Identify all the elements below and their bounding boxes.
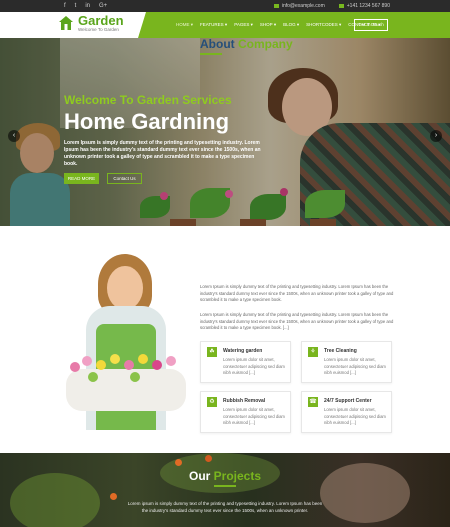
tray-flower: [96, 360, 106, 370]
projects-bg-flower: [205, 455, 212, 462]
contact-us-button[interactable]: Contact Us: [107, 173, 142, 184]
service-card-rubbish[interactable]: ♻ Rubbish Removal Lorem ipsum dolor sit …: [200, 391, 291, 433]
service-card-watering[interactable]: ☘ Watering garden Lorem ipsum dolor sit …: [200, 341, 291, 383]
tray-flower: [110, 354, 120, 364]
projects-bg-flower: [175, 459, 182, 466]
chevron-left-icon[interactable]: ‹: [8, 130, 20, 142]
service-title: 24/7 Support Center: [324, 398, 372, 404]
about-underline: [200, 53, 222, 55]
projects-title-a: Our: [188, 469, 214, 483]
chevron-right-icon[interactable]: ›: [430, 130, 442, 142]
tray-leaf: [130, 372, 140, 382]
social-links: f t in G+: [64, 2, 107, 10]
about-paragraph-2: Lorem Ipsum is simply dummy text of the …: [200, 312, 394, 330]
mail-icon: [273, 4, 279, 8]
projects-bg-flower: [110, 493, 117, 500]
projects-underline: [214, 485, 236, 487]
tray-flower: [166, 356, 176, 366]
nav-item-blog[interactable]: BLOG ▾: [283, 22, 299, 28]
about-paragraph-1: Lorem Ipsum is simply dummy text of the …: [200, 284, 394, 302]
top-bar: f t in G+ info@example.com +141 1234 567…: [0, 0, 450, 12]
logo-tagline: Welcome To Garden: [78, 27, 119, 32]
google-plus-icon[interactable]: G+: [99, 2, 107, 10]
nav-item-pages[interactable]: PAGES ▾: [234, 22, 253, 28]
hero-title: Home Gardning: [64, 109, 230, 134]
service-desc: Lorem ipsum dolor sit amet, consectetuer…: [223, 357, 285, 375]
logo-title: Garden: [78, 13, 124, 28]
nav-item-shortcodes[interactable]: SHORTCODES ▾: [306, 22, 341, 28]
nav-item-features[interactable]: FEATURES ▾: [200, 22, 227, 28]
service-title: Rubbish Removal: [223, 398, 266, 404]
flower-tray: [66, 369, 186, 411]
watering-icon: ☘: [207, 347, 217, 357]
tray-leaf: [88, 372, 98, 382]
service-card-tree-cleaning[interactable]: ⚘ Tree Cleaning Lorem ipsum dolor sit am…: [301, 341, 392, 383]
tray-flower: [124, 360, 134, 370]
service-title: Tree Cleaning: [324, 348, 357, 354]
recycle-icon: ♻: [207, 397, 217, 407]
projects-section: Our Projects Lorem ipsum is simply dummy…: [0, 453, 450, 527]
service-title: Watering garden: [223, 348, 263, 354]
about-title-b: Company: [238, 37, 293, 51]
topbar-contact: info@example.com +141 1234 567 890: [273, 2, 390, 10]
hero-buttons: READ MORE Contact Us: [64, 173, 142, 184]
service-desc: Lorem ipsum dolor sit amet, consectetuer…: [223, 407, 285, 425]
nav-item-shop[interactable]: SHOP ▾: [260, 22, 276, 28]
get-in-touch-button[interactable]: Get In Touch: [354, 19, 388, 31]
main-nav: HOME ▾ FEATURES ▾ PAGES ▾ SHOP ▾ BLOG ▾ …: [176, 22, 381, 28]
about-title: About Company: [200, 37, 293, 51]
tree-icon: ⚘: [308, 347, 318, 357]
projects-title-b: Projects: [213, 469, 262, 483]
tray-flower: [138, 354, 148, 364]
service-desc: Lorem ipsum dolor sit amet, consectetuer…: [324, 407, 386, 425]
nav-item-home[interactable]: HOME ▾: [176, 22, 193, 28]
projects-description: Lorem ipsum is simply dummy text of the …: [127, 501, 323, 513]
phone-text: +141 1234 567 890: [338, 2, 390, 10]
support-icon: ☎: [308, 397, 318, 407]
read-more-button[interactable]: READ MORE: [64, 173, 99, 184]
projects-title: Our Projects: [0, 469, 450, 483]
hero-caption: Welcome To Garden Services Home Gardning…: [64, 93, 264, 168]
hero-kicker: Welcome To Garden Services: [64, 93, 232, 107]
about-photo: [60, 254, 192, 430]
service-desc: Lorem ipsum dolor sit amet, consectetuer…: [324, 357, 386, 375]
phone-icon: [338, 4, 344, 8]
linkedin-icon[interactable]: in: [85, 2, 90, 10]
tray-flower: [70, 362, 80, 372]
tray-flower: [82, 356, 92, 366]
twitter-icon[interactable]: t: [75, 2, 77, 10]
service-card-support[interactable]: ☎ 24/7 Support Center Lorem ipsum dolor …: [301, 391, 392, 433]
about-title-a: About: [200, 37, 238, 51]
tray-flower: [152, 360, 162, 370]
logo[interactable]: Garden Welcome To Garden: [58, 14, 124, 32]
hero-description: Lorem Ipsum is simply dummy text of the …: [64, 140, 261, 167]
house-leaf-icon: [59, 16, 73, 30]
about-woman-face: [107, 266, 143, 310]
facebook-icon[interactable]: f: [64, 2, 66, 10]
email-link[interactable]: info@example.com: [273, 2, 325, 10]
